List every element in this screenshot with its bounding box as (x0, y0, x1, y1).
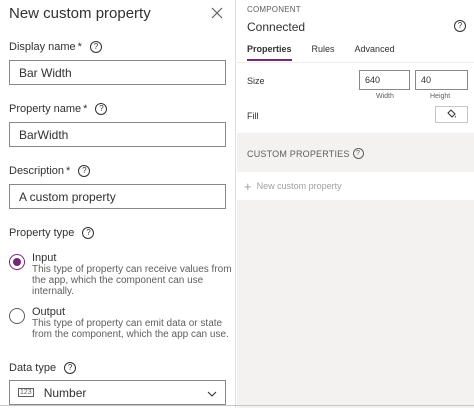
help-icon[interactable]: ? (95, 103, 108, 115)
panel-title: New custom property (9, 5, 151, 22)
description-field[interactable]: A custom property (9, 184, 226, 209)
radio-output[interactable]: Output This type of property can emit da… (9, 306, 232, 340)
display-name-field[interactable]: Bar Width (9, 60, 226, 85)
close-icon[interactable] (210, 6, 226, 22)
height-label: Height (430, 93, 451, 100)
width-label: Width (376, 93, 394, 100)
chevron-down-icon (207, 386, 217, 400)
description-label: Description * ? (9, 165, 91, 177)
radio-checked-icon[interactable] (9, 254, 25, 270)
fill-color-button[interactable] (435, 106, 468, 123)
radio-input[interactable]: Input This type of property can receive … (9, 252, 232, 297)
display-name-label: Display name * ? (9, 41, 102, 53)
tabs-divider (237, 62, 474, 63)
new-custom-property-panel: New custom property Display name * ? Bar… (0, 0, 236, 408)
property-name-field[interactable]: BarWidth (9, 122, 226, 147)
width-input[interactable]: 640 (359, 70, 410, 90)
tab-advanced[interactable]: Advanced (355, 44, 395, 61)
help-icon[interactable]: ? (454, 15, 466, 33)
tab-rules[interactable]: Rules (312, 44, 335, 61)
help-icon[interactable]: ? (352, 148, 364, 159)
component-section-label: COMPONENT (247, 5, 301, 14)
custom-properties-heading: CUSTOM PROPERTIES ? (247, 148, 364, 159)
data-type-label: Data type ? (9, 362, 77, 374)
paint-bucket-icon (446, 106, 457, 124)
help-icon[interactable]: ? (78, 165, 91, 177)
tab-bar: Properties Rules Advanced (247, 44, 415, 61)
height-input[interactable]: 40 (415, 70, 468, 90)
new-custom-property-button[interactable]: + New custom property (237, 172, 474, 200)
property-name-label: Property name * ? (9, 103, 108, 115)
component-name: Connected (247, 20, 306, 34)
help-icon[interactable]: ? (64, 362, 77, 374)
tab-properties[interactable]: Properties (247, 44, 292, 61)
property-type-label: Property type ? (9, 227, 95, 239)
plus-icon: + (244, 178, 252, 194)
help-icon[interactable]: ? (89, 41, 102, 53)
component-properties-pane: COMPONENT Connected ? Properties Rules A… (237, 0, 474, 408)
size-label: Size (247, 76, 265, 86)
bottom-divider (0, 405, 474, 406)
fill-label: Fill (247, 111, 259, 121)
number-type-icon: 123 (18, 388, 34, 397)
data-type-dropdown[interactable]: 123 Number (9, 380, 226, 405)
radio-unchecked-icon[interactable] (9, 308, 25, 324)
help-icon[interactable]: ? (82, 227, 95, 239)
component-header: COMPONENT Connected ? Properties Rules A… (237, 0, 474, 133)
